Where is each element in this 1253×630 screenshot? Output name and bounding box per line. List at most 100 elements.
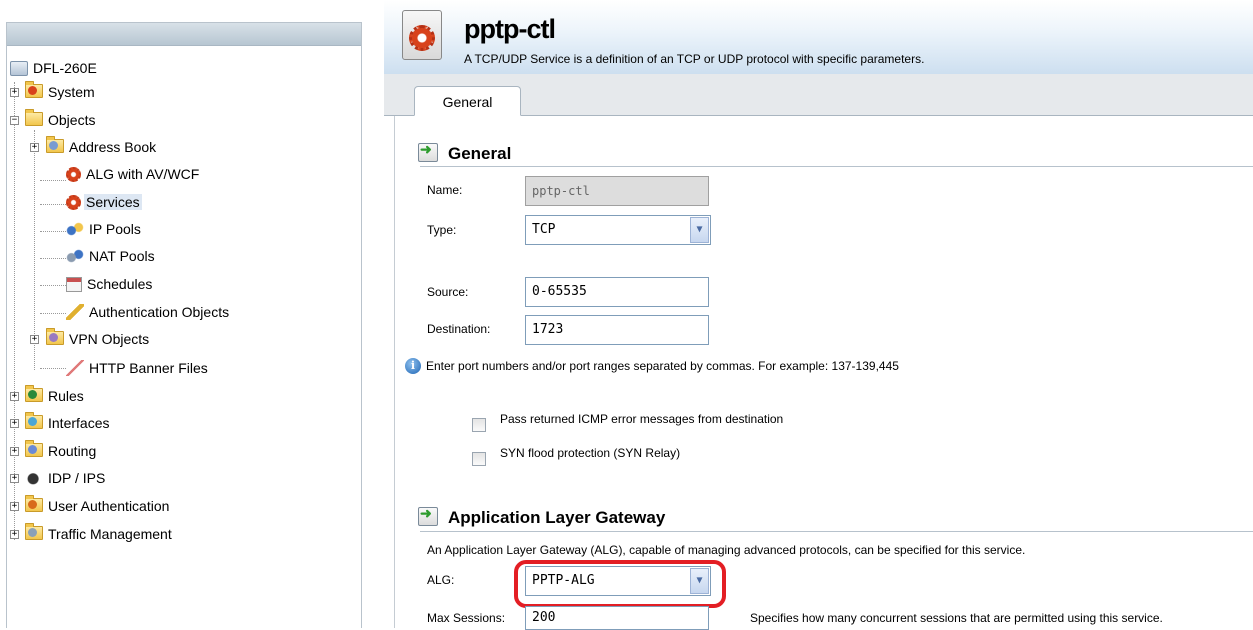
- tree-guide-line: [40, 204, 66, 205]
- tree-item-label: User Authentication: [48, 498, 170, 514]
- tree-item-label: Objects: [48, 112, 96, 128]
- tree-item-label: DFL-260E: [33, 60, 97, 76]
- name-field[interactable]: pptp-ctl: [525, 176, 709, 206]
- section-divider: [420, 531, 1253, 532]
- expand-icon[interactable]: +: [10, 502, 19, 511]
- section-arrow-icon: [418, 505, 438, 526]
- alg-description: An Application Layer Gateway (ALG), capa…: [427, 543, 1026, 557]
- tree-item-label: HTTP Banner Files: [89, 360, 208, 376]
- name-label: Name:: [427, 183, 463, 197]
- alg-highlight-annotation: [514, 560, 726, 608]
- tree-item-services[interactable]: Services: [66, 192, 142, 212]
- tree-item-ip-pools[interactable]: IP Pools: [66, 219, 143, 239]
- tree-item-label: Traffic Management: [48, 526, 172, 542]
- info-icon: i: [405, 358, 421, 374]
- tree-item-root[interactable]: DFL-260E: [10, 58, 99, 78]
- address-book-folder-icon: [46, 136, 64, 153]
- expand-icon[interactable]: +: [10, 447, 19, 456]
- tree-item-label: Schedules: [87, 276, 153, 292]
- tree-item-label: Interfaces: [48, 415, 110, 431]
- section-divider: [420, 166, 1253, 167]
- expand-icon[interactable]: +: [10, 474, 19, 483]
- tree-item-schedules[interactable]: Schedules: [66, 274, 154, 294]
- system-folder-icon: [25, 81, 43, 98]
- general-section-heading: General: [418, 141, 511, 164]
- tree-item-idp-ips[interactable]: IDP / IPS: [25, 468, 107, 488]
- max-sessions-input[interactable]: 200: [525, 606, 709, 630]
- tab-general[interactable]: General: [414, 86, 521, 116]
- expand-icon[interactable]: +: [10, 419, 19, 428]
- tree-item-label: System: [48, 84, 95, 100]
- tree-item-label: IP Pools: [89, 221, 141, 237]
- expand-icon[interactable]: +: [10, 530, 19, 539]
- type-label: Type:: [427, 223, 457, 237]
- tree-item-system[interactable]: System: [25, 81, 97, 102]
- tree-item-label: NAT Pools: [89, 248, 155, 264]
- tree-item-rules[interactable]: Rules: [25, 385, 86, 406]
- tree-item-routing[interactable]: Routing: [25, 440, 98, 461]
- tree-panel-header: [7, 23, 361, 46]
- vpn-folder-icon: [46, 328, 64, 345]
- type-selected-value: TCP: [532, 222, 556, 237]
- tree-item-label: ALG with AV/WCF: [86, 166, 200, 182]
- port-hint-text: Enter port numbers and/or port ranges se…: [426, 359, 899, 373]
- service-gear-icon: [402, 10, 442, 60]
- tree-item-label: Services: [84, 194, 142, 210]
- tree-item-label: Address Book: [69, 139, 157, 155]
- tree-item-label: IDP / IPS: [48, 470, 106, 486]
- tree-item-interfaces[interactable]: Interfaces: [25, 412, 111, 433]
- traffic-folder-icon: [25, 523, 43, 540]
- expand-icon[interactable]: +: [30, 143, 39, 152]
- tree-guide-line: [14, 82, 15, 540]
- syn-flood-checkbox[interactable]: [472, 452, 486, 466]
- page-header: pptp-ctl A TCP/UDP Service is a definiti…: [384, 0, 1253, 75]
- tree-item-http-banner-files[interactable]: HTTP Banner Files: [66, 358, 210, 378]
- destination-ports-input[interactable]: 1723: [525, 315, 709, 345]
- tree-item-vpn-objects[interactable]: VPN Objects: [46, 328, 151, 349]
- chevron-down-icon[interactable]: ▼: [690, 217, 709, 243]
- interfaces-folder-icon: [25, 412, 43, 429]
- syn-flood-label: SYN flood protection (SYN Relay): [500, 446, 681, 460]
- tree-guide-line: [40, 231, 66, 232]
- source-label: Source:: [427, 285, 469, 299]
- expand-icon[interactable]: +: [10, 88, 19, 97]
- expand-icon[interactable]: +: [30, 335, 39, 344]
- tree-guide-line: [40, 180, 66, 181]
- idp-icon: [25, 470, 43, 486]
- page-title: pptp-ctl: [464, 14, 556, 44]
- network-pool-icon: [66, 248, 84, 264]
- tree-guide-line: [40, 258, 66, 259]
- alg-label: ALG:: [427, 573, 455, 587]
- pass-icmp-checkbox[interactable]: [472, 418, 486, 432]
- user-auth-folder-icon: [25, 495, 43, 512]
- tree-item-label: Authentication Objects: [89, 304, 230, 320]
- tree-item-label: VPN Objects: [69, 331, 150, 347]
- tree-guide-line: [40, 285, 66, 286]
- tree-item-address-book[interactable]: Address Book: [46, 136, 158, 157]
- services-gear-icon: [66, 195, 81, 210]
- tree-guide-line: [40, 368, 66, 369]
- tree-item-label: Rules: [48, 388, 84, 404]
- source-ports-input[interactable]: 0-65535: [525, 277, 709, 307]
- routing-folder-icon: [25, 440, 43, 457]
- expand-icon[interactable]: +: [10, 392, 19, 401]
- tree-item-label: Routing: [48, 443, 97, 459]
- tree-item-authentication-objects[interactable]: Authentication Objects: [66, 302, 231, 322]
- tree-item-user-authentication[interactable]: User Authentication: [25, 495, 171, 516]
- folder-open-icon: [25, 109, 43, 126]
- tree-item-alg-av-wcf[interactable]: ALG with AV/WCF: [66, 164, 201, 184]
- max-sessions-label: Max Sessions:: [427, 611, 506, 625]
- network-pool-icon: [66, 221, 84, 237]
- type-select[interactable]: TCP ▼: [525, 215, 711, 245]
- tree-item-objects[interactable]: Objects: [25, 109, 97, 130]
- tree-item-nat-pools[interactable]: NAT Pools: [66, 246, 157, 266]
- alg-gear-icon: [66, 167, 81, 182]
- calendar-clock-icon: [66, 277, 82, 292]
- section-arrow-icon: [418, 141, 438, 162]
- page-subtitle: A TCP/UDP Service is a definition of an …: [464, 52, 925, 66]
- collapse-icon[interactable]: −: [10, 116, 19, 125]
- tree-item-traffic-management[interactable]: Traffic Management: [25, 523, 174, 544]
- pass-icmp-label: Pass returned ICMP error messages from d…: [500, 412, 784, 426]
- rules-folder-icon: [25, 385, 43, 402]
- alg-section-heading: Application Layer Gateway: [418, 505, 665, 528]
